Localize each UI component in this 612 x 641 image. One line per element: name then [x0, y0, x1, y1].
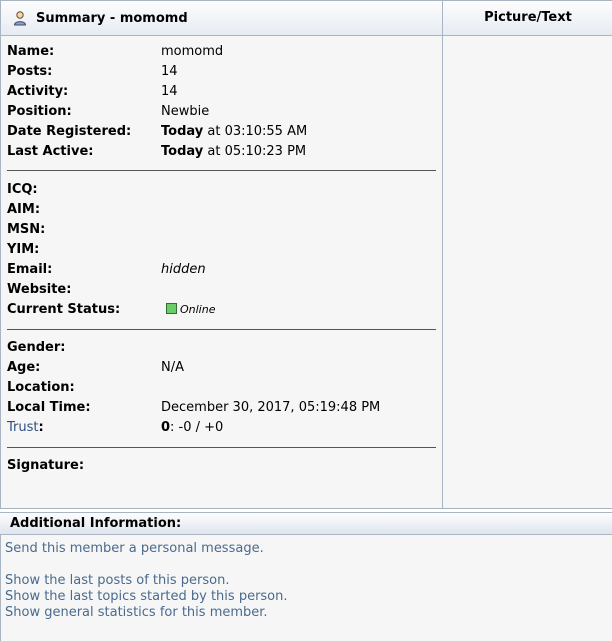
profile-panel: Summary - momomd Picture/Text Name: momo… [0, 0, 612, 509]
signature-label: Signature: [7, 458, 85, 473]
date-registered-day: Today [161, 124, 204, 139]
status-label: Current Status: [7, 302, 121, 317]
additional-info-panel: Send this member a personal message. Sho… [0, 535, 612, 641]
divider [7, 447, 436, 448]
date-registered-label: Date Registered: [7, 124, 132, 139]
age-label: Age: [7, 360, 41, 375]
last-active-time: at 05:10:23 PM [203, 144, 307, 159]
divider [7, 329, 436, 330]
name-label: Name: [7, 44, 55, 59]
additional-info-header: Additional Information: [0, 512, 612, 535]
trust-colon: : [38, 420, 44, 435]
website-label: Website: [7, 282, 72, 297]
gender-label: Gender: [7, 340, 66, 355]
icq-label: ICQ: [7, 182, 38, 197]
last-topics-link[interactable]: Show the last topics started by this per… [5, 589, 288, 604]
date-registered-value: Today at 03:10:55 AM [161, 122, 307, 142]
local-time-label: Local Time: [7, 400, 91, 415]
last-active-day: Today [161, 144, 204, 159]
local-time-value: December 30, 2017, 05:19:48 PM [161, 400, 381, 415]
trust-score: 0 [161, 420, 171, 435]
email-value: hidden [161, 262, 206, 277]
msn-label: MSN: [7, 222, 46, 237]
divider [7, 170, 436, 171]
last-active-label: Last Active: [7, 144, 94, 159]
online-status-icon [166, 303, 177, 314]
last-posts-link[interactable]: Show the last posts of this person. [5, 573, 229, 588]
aim-label: AIM: [7, 202, 41, 217]
email-label: Email: [7, 262, 53, 277]
summary-title: Summary - momomd [36, 11, 188, 26]
position-value: Newbie [161, 104, 210, 119]
posts-label: Posts: [7, 64, 53, 79]
age-value: N/A [161, 360, 184, 375]
trust-link[interactable]: Trust [7, 420, 38, 435]
online-status[interactable]: Online [166, 300, 215, 320]
location-label: Location: [7, 380, 75, 395]
activity-label: Activity: [7, 84, 69, 99]
trust-value: 0: -0 / +0 [161, 418, 223, 438]
position-label: Position: [7, 104, 72, 119]
picture-text-header: Picture/Text [442, 0, 612, 36]
posts-value: 14 [161, 64, 178, 79]
activity-value: 14 [161, 84, 178, 99]
name-value: momomd [161, 44, 224, 59]
date-registered-time: at 03:10:55 AM [203, 124, 308, 139]
column-divider [442, 36, 443, 508]
last-active-value: Today at 05:10:23 PM [161, 142, 306, 162]
summary-header: Summary - momomd [1, 0, 442, 36]
general-stats-link[interactable]: Show general statistics for this member. [5, 605, 268, 620]
user-icon [13, 11, 27, 26]
send-pm-link[interactable]: Send this member a personal message. [5, 541, 264, 556]
trust-detail: : -0 / +0 [170, 420, 224, 435]
yim-label: YIM: [7, 242, 40, 257]
online-status-text: Online [180, 303, 216, 316]
trust-label: Trust: [7, 418, 44, 438]
